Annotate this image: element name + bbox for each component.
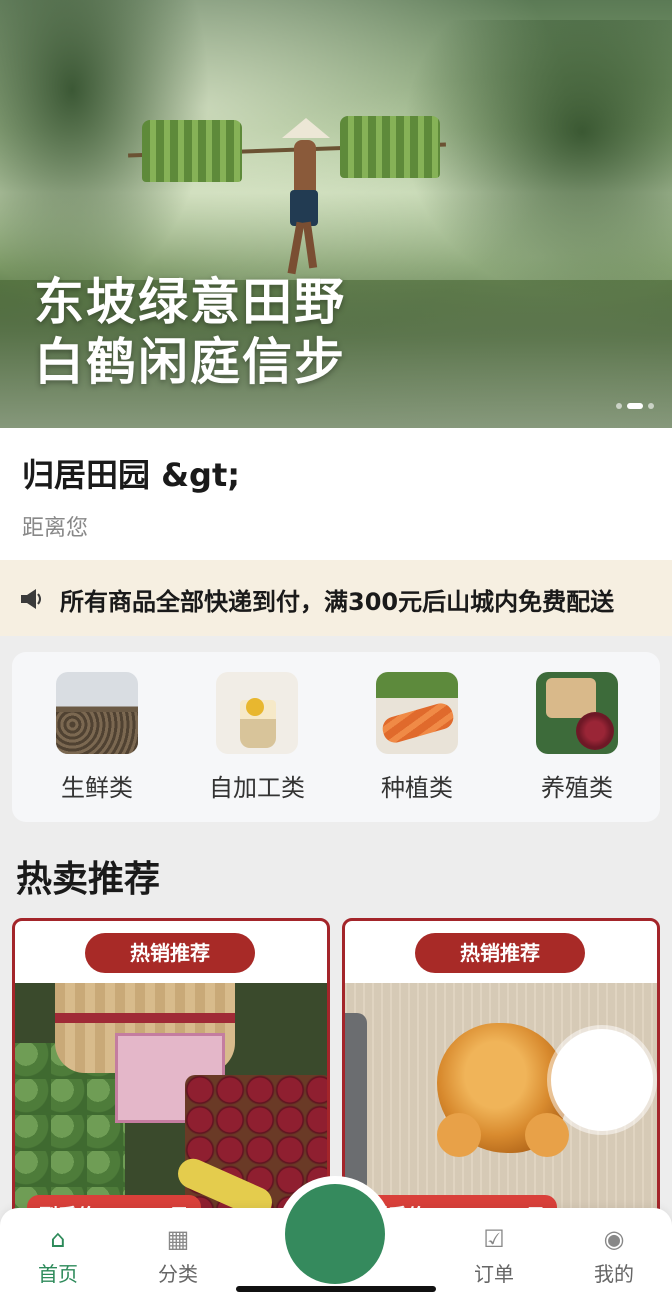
category-image-processed [216,672,298,754]
home-indicator [236,1286,436,1292]
app-screen: 东坡绿意田野 白鹤闲庭信步 归居田园 &gt; 距离您 所有商品全部快递到付，满… [0,0,672,1292]
profile-icon: ◉ [603,1225,625,1253]
grid-icon: ▦ [166,1225,190,1253]
category-item-breeding[interactable]: 养殖类 [512,672,642,803]
category-image-planting [376,672,458,754]
carousel-indicator [616,403,654,409]
floating-circle [551,1029,653,1131]
checkbox-icon: ☑ [483,1225,505,1253]
banner-title: 东坡绿意田野 白鹤闲庭信步 [34,272,346,392]
banner-rice-bundle-left [142,120,242,182]
shop-name-link[interactable]: 归居田园 &gt; [22,450,240,496]
category-item-planting[interactable]: 种植类 [352,672,482,803]
category-item-processed[interactable]: 自加工类 [192,672,322,803]
product-image[interactable]: 到手价 ¥210.00/只 [345,983,657,1215]
center-action-button[interactable] [285,1184,385,1284]
category-label: 生鲜类 [61,774,133,802]
tab-label: 分类 [158,1262,198,1286]
carousel-dot-active[interactable] [627,403,643,409]
carousel-dot[interactable] [648,403,654,409]
banner-rice-bundle-right [340,116,440,178]
hot-tag: 热销推荐 [415,933,585,973]
product-image[interactable]: 到手价 ¥0.01/只 [15,983,327,1215]
section-title-hot: 热卖推荐 [16,859,161,900]
tab-home[interactable]: ⌂ 首页 [8,1224,108,1287]
notice-text: 所有商品全部快递到付，满300元后山城内免费配送 [60,588,615,616]
tab-label: 首页 [38,1262,78,1286]
tab-category[interactable]: ▦ 分类 [128,1224,228,1287]
category-item-fresh[interactable]: 生鲜类 [32,672,162,803]
category-grid: 生鲜类 自加工类 种植类 养殖类 [12,652,660,822]
category-label: 自加工类 [209,774,305,802]
category-image-fresh [56,672,138,754]
tab-profile[interactable]: ◉ 我的 [564,1224,664,1287]
product-card[interactable]: 热销推荐 到手价 ¥210.00/只 [342,918,660,1218]
category-label: 种植类 [381,774,453,802]
banner-carousel[interactable]: 东坡绿意田野 白鹤闲庭信步 [0,0,672,428]
category-label: 养殖类 [541,774,613,802]
speaker-icon [21,589,41,609]
banner-farmer [282,118,330,278]
banner-trees-right [402,20,672,300]
shop-distance: 距离您 [22,516,89,541]
carousel-dot[interactable] [616,403,622,409]
banner-title-line2: 白鹤闲庭信步 [34,333,346,391]
tab-label: 订单 [474,1262,514,1286]
home-icon: ⌂ [50,1225,66,1253]
product-card[interactable]: 热销推荐 到手价 ¥0.01/只 [12,918,330,1218]
notice-bar: 所有商品全部快递到付，满300元后山城内免费配送 [0,560,672,636]
shop-header[interactable]: 归居田园 &gt; 距离您 [0,428,672,560]
banner-title-line1: 东坡绿意田野 [34,273,346,331]
tab-orders[interactable]: ☑ 订单 [444,1224,544,1287]
category-image-breeding [536,672,618,754]
hot-tag: 热销推荐 [85,933,255,973]
tab-label: 我的 [594,1262,634,1286]
